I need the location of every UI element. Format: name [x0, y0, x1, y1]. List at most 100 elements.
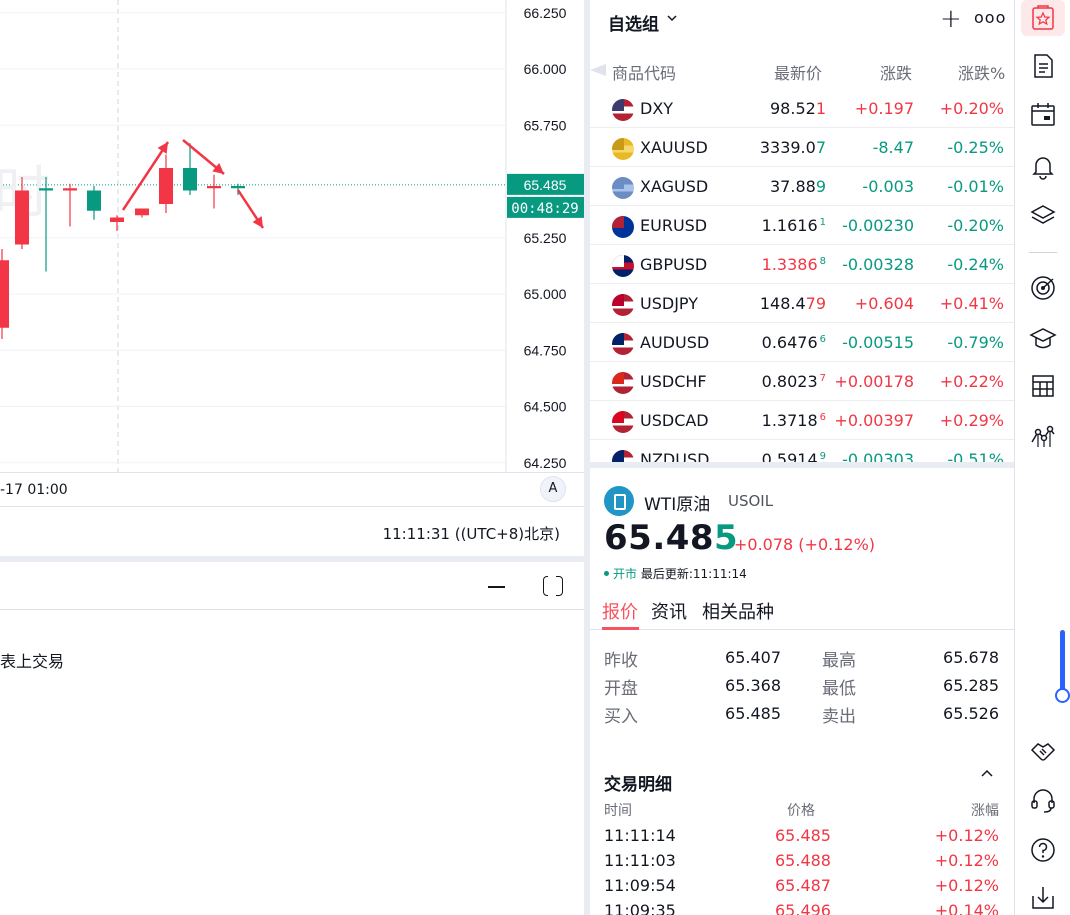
ideas-icon[interactable]: [1029, 422, 1057, 450]
add-symbol-button[interactable]: +: [940, 4, 962, 34]
news-icon[interactable]: [1029, 52, 1057, 80]
symbol-name[interactable]: WTI原油: [644, 490, 710, 515]
support-headset-icon[interactable]: [1029, 786, 1057, 814]
last-price-tail: 1: [815, 99, 826, 118]
last-price-tail: 9: [815, 177, 826, 196]
trade-price: 65.496: [775, 901, 831, 915]
candle-body: [207, 186, 221, 189]
tab-related[interactable]: 相关品种: [702, 598, 774, 624]
auto-scale-button[interactable]: A: [540, 476, 566, 502]
high-value: 65.678: [943, 648, 999, 667]
watchlist-row[interactable]: USDCHF 0.8023 7 +0.00178 +0.22%: [590, 362, 1014, 401]
symbol-flag-icon: [612, 255, 634, 277]
watchlist-icon[interactable]: [1029, 4, 1057, 32]
price-tick-label: 65.000: [524, 286, 567, 302]
watchlist-row[interactable]: DXY 98.521 +0.197 +0.20%: [590, 89, 1014, 128]
layers-icon[interactable]: [1029, 202, 1057, 230]
flag-corner: [612, 294, 624, 306]
column-header-change-pct[interactable]: 涨跌%: [958, 60, 1005, 84]
column-header-change[interactable]: 涨跌: [880, 60, 912, 84]
grid-icon[interactable]: [1029, 372, 1057, 400]
price-tick-label: 65.750: [524, 117, 567, 133]
calendar-icon[interactable]: [1029, 100, 1057, 128]
symbol-flag-icon: [612, 177, 634, 199]
price-change-pct: -0.51%: [947, 450, 1004, 462]
bid-value: 65.485: [725, 704, 781, 723]
last-price-main: 37.88: [770, 177, 816, 196]
zoom-slider-handle[interactable]: [1055, 688, 1070, 703]
watchlist-row[interactable]: GBPUSD 1.3386 8 -0.00328 -0.24%: [590, 245, 1014, 284]
trade-change: +0.12%: [934, 876, 999, 895]
active-tab-indicator: [602, 627, 639, 630]
last-price: 98.521: [770, 99, 826, 118]
symbol-code: USDCAD: [640, 411, 709, 430]
candle-body: [39, 188, 53, 191]
watchlist-row[interactable]: EURUSD 1.1616 1 -0.00230 -0.20%: [590, 206, 1014, 245]
trade-time: 11:11:14: [604, 826, 676, 845]
watchlist-title[interactable]: 自选组: [608, 10, 659, 35]
trade-change: +0.12%: [934, 826, 999, 845]
trading-panel: 图表上交易: [0, 556, 584, 915]
maximize-icon[interactable]: [543, 574, 563, 598]
watchlist-row[interactable]: XAUUSD 3339.07 -8.47 -0.25%: [590, 128, 1014, 167]
price-chart[interactable]: 时 66.250 66.000 65.750 65.250 65.000 64.750 64…: [0, 0, 584, 472]
last-price: 1.3386 8: [762, 255, 826, 274]
price-axis[interactable]: 66.250 66.000 65.750 65.250 65.000 64.750 64.5…: [505, 0, 584, 472]
price-change: -0.00328: [842, 255, 914, 274]
last-price-pip: 8: [819, 256, 826, 267]
chevron-down-icon[interactable]: [666, 12, 678, 28]
trades-header-time: 时间: [604, 803, 632, 819]
trade-price: 65.485: [775, 826, 831, 845]
last-price-main: 0.5914: [761, 450, 818, 462]
column-header-symbol[interactable]: 商品代码: [612, 60, 676, 84]
price-change-pct: -0.25%: [947, 138, 1004, 157]
trades-title: 交易明细: [604, 775, 672, 795]
trade-time: 11:11:03: [604, 851, 676, 870]
time-axis[interactable]: -17 01:00: [0, 472, 584, 506]
watchlist-row[interactable]: USDCAD 1.3718 6 +0.00397 +0.29%: [590, 401, 1014, 440]
symbol-flag-icon: [612, 411, 634, 433]
last-price-pip: 6: [819, 412, 826, 423]
last-price: 0.8023 7: [762, 372, 826, 391]
more-options-button[interactable]: ooo: [974, 8, 1006, 27]
watchlist-row[interactable]: XAGUSD 37.889 -0.003 -0.01%: [590, 167, 1014, 206]
column-header-last[interactable]: 最新价: [774, 60, 822, 84]
price-change: +0.00178: [834, 372, 914, 391]
last-price-pip: 6: [819, 334, 826, 345]
watchlist-row[interactable]: NZDUSD 0.5914 9 -0.00303 -0.51%: [590, 440, 1014, 462]
market-status: 开市 最后更新:11:11:14: [604, 565, 747, 582]
last-price: 65.485: [604, 518, 738, 558]
price-tick-label: 65.250: [524, 230, 567, 246]
last-price-main: 148.4: [759, 294, 806, 313]
ask-value: 65.526: [943, 704, 999, 723]
chart-pane: 时 66.250 66.000 65.750 65.250 65.000 64.750 64…: [0, 0, 584, 915]
symbol-code: USDCHF: [640, 372, 707, 391]
last-price-pip: 7: [819, 373, 826, 384]
watchlist-row[interactable]: AUDUSD 0.6476 6 -0.00515 -0.79%: [590, 323, 1014, 362]
last-price-main: 1.3718: [761, 411, 818, 430]
details-tabs: 报价 资讯 相关品种: [590, 592, 1014, 630]
tab-quote[interactable]: 报价: [602, 598, 638, 624]
symbol-flag-icon: [612, 372, 634, 394]
download-icon[interactable]: [1029, 884, 1057, 912]
tab-news[interactable]: 资讯: [651, 598, 687, 624]
candle-body: [0, 260, 9, 328]
minimize-icon[interactable]: [488, 586, 505, 588]
last-price-main: 1.1616: [761, 216, 818, 235]
education-icon[interactable]: [1029, 324, 1057, 352]
current-price-label: 65.485: [524, 177, 567, 193]
timezone-clock[interactable]: 11:11:31 ((UTC+8)北京): [383, 523, 560, 544]
alert-bell-icon[interactable]: [1029, 152, 1057, 180]
watchlist-row[interactable]: USDJPY 148.479 +0.604 +0.41%: [590, 284, 1014, 323]
open-label: 开盘: [604, 679, 638, 699]
chevron-up-icon[interactable]: [980, 768, 994, 784]
flag-corner: [612, 216, 624, 228]
last-price: 3339.07: [760, 138, 826, 157]
target-icon[interactable]: [1029, 274, 1057, 302]
last-price-main: 98.52: [770, 99, 816, 118]
time-tick-label: -17 01:00: [0, 482, 68, 498]
oil-logo-icon: [604, 486, 634, 516]
help-icon[interactable]: [1029, 836, 1057, 864]
high-label: 最高: [822, 651, 856, 671]
handshake-icon[interactable]: [1029, 736, 1057, 764]
